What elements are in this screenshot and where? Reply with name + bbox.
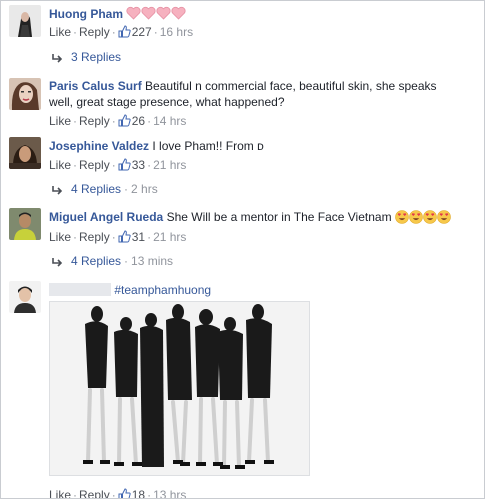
reply-arrow-icon — [52, 186, 63, 195]
like-count[interactable]: 31 — [118, 230, 145, 244]
timestamp[interactable]: 21 hrs — [153, 230, 186, 244]
avatar[interactable] — [9, 208, 41, 240]
thumbs-up-icon — [118, 25, 131, 38]
view-replies-link[interactable]: 4 Replies · 13 mins — [51, 254, 173, 268]
avatar[interactable] — [9, 137, 41, 169]
like-count[interactable]: 18 — [118, 488, 145, 498]
redacted-author-name[interactable] — [49, 283, 111, 296]
reply-button[interactable]: Reply — [79, 114, 110, 128]
heart-eyes-emoji-icon — [409, 210, 423, 224]
thumbs-up-icon — [118, 488, 131, 498]
comment-thread: Huong Pham Like · Reply · 227 · 16 hrs 3 Repli… — [0, 0, 485, 499]
thumbs-up-icon — [118, 114, 131, 127]
comment-text: She Will be a mentor in The Face Vietnam — [166, 210, 392, 224]
like-button[interactable]: Like — [49, 158, 71, 172]
thumbs-up-icon — [118, 230, 131, 243]
heart-emoji-icon — [126, 6, 188, 25]
reply-arrow-icon — [52, 258, 63, 267]
view-replies-link[interactable]: 3 Replies — [51, 50, 121, 64]
avatar[interactable] — [9, 78, 41, 110]
reply-button[interactable]: Reply — [79, 488, 110, 498]
comment-author[interactable]: Huong Pham — [49, 7, 123, 21]
reply-button[interactable]: Reply — [79, 230, 110, 244]
like-count[interactable]: 26 — [118, 114, 145, 128]
comment-photo[interactable] — [49, 301, 310, 476]
comment-text: I love Pham!! From ᴅ — [152, 139, 264, 153]
like-count[interactable]: 33 — [118, 158, 145, 172]
heart-eyes-emoji-icon — [437, 210, 451, 224]
like-button[interactable]: Like — [49, 488, 71, 498]
comment-text: Beautiful n commercial face, beautiful s… — [145, 79, 437, 93]
heart-eyes-emoji-icon — [423, 210, 437, 224]
hashtag-link[interactable]: #teamphamhuong — [114, 283, 211, 297]
comment-author[interactable]: Josephine Valdez — [49, 139, 149, 153]
reply-arrow-icon — [52, 54, 63, 63]
like-count[interactable]: 227 — [118, 25, 152, 39]
timestamp[interactable]: 13 hrs — [153, 488, 186, 498]
comment-author[interactable]: Paris Calus Surf — [49, 79, 142, 93]
thumbs-up-icon — [118, 158, 131, 171]
like-button[interactable]: Like — [49, 230, 71, 244]
avatar[interactable] — [9, 5, 41, 37]
emoji-group — [395, 210, 451, 224]
like-button[interactable]: Like — [49, 114, 71, 128]
view-replies-link[interactable]: 4 Replies · 2 hrs — [51, 182, 158, 196]
like-button[interactable]: Like — [49, 25, 71, 39]
timestamp[interactable]: 14 hrs — [153, 114, 186, 128]
reply-button[interactable]: Reply — [79, 158, 110, 172]
reply-button[interactable]: Reply — [79, 25, 110, 39]
comment-author[interactable]: Miguel Angel Rueda — [49, 210, 163, 224]
avatar[interactable] — [9, 281, 41, 313]
comment-text-continued: well, great stage presence, what happene… — [49, 95, 285, 109]
heart-eyes-emoji-icon — [395, 210, 409, 224]
timestamp[interactable]: 21 hrs — [153, 158, 186, 172]
timestamp[interactable]: 16 hrs — [160, 25, 193, 39]
replies-timestamp: 13 mins — [131, 254, 174, 268]
replies-timestamp: 2 hrs — [131, 182, 158, 196]
